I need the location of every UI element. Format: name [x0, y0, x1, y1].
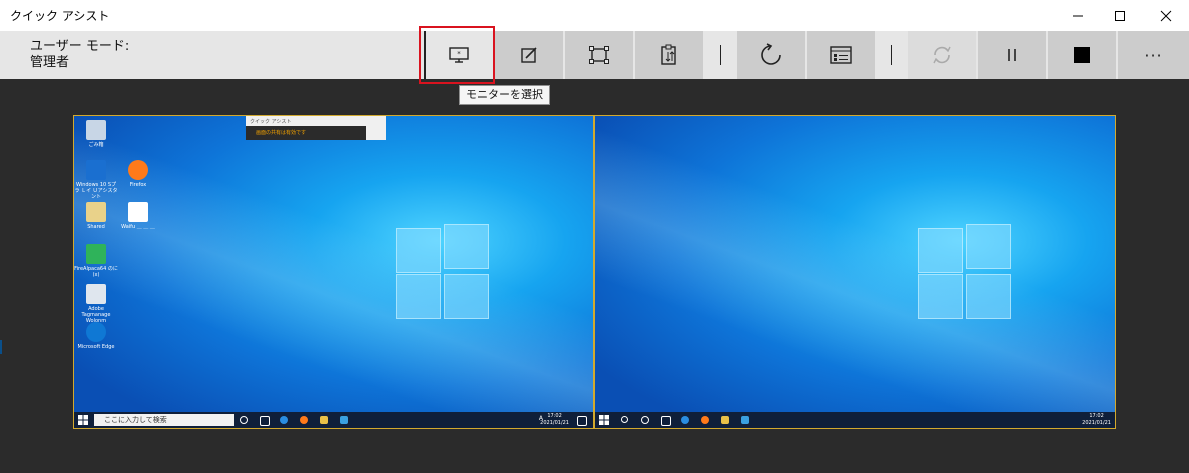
more-button[interactable]: ··· — [1118, 31, 1189, 79]
toolbar-separator — [720, 45, 721, 65]
maximize-icon — [1115, 10, 1125, 21]
explorer-icon[interactable] — [320, 416, 328, 424]
remote-taskbar: 17:02 2021/01/21 — [595, 412, 1115, 428]
windows-start-icon[interactable] — [78, 415, 88, 425]
reconnect-button[interactable] — [908, 31, 976, 79]
desktop-icon-label: Windows 10 Sプラ Ｌイ Ｕアシスタント — [74, 182, 118, 200]
toolbar-separator — [891, 45, 892, 65]
app-icon — [128, 202, 148, 222]
reconnect-icon — [933, 46, 951, 64]
shared-icon — [86, 202, 106, 222]
wallpaper-light — [595, 116, 1115, 428]
task-view-icon[interactable] — [260, 416, 270, 426]
desktop-icon[interactable]: Shared — [74, 202, 118, 230]
windows-logo — [918, 224, 1014, 320]
remote-taskbar: ここに入力して検索 A 17:02 2021/01/21 — [74, 412, 593, 428]
desktop-icon-label: FireAlpaca64 のに(x) — [74, 266, 118, 278]
desktop-icon-label: Microsoft Edge — [77, 344, 115, 350]
user-mode-value: 管理者 — [30, 55, 70, 70]
toolbar: ユーザー モード: 管理者 * ··· — [0, 31, 1189, 79]
title-bar: クイック アシスト — [0, 0, 1189, 31]
search-icon[interactable] — [621, 416, 628, 423]
clock-date: 2021/01/21 — [540, 420, 569, 426]
firefox-icon — [128, 160, 148, 180]
taskbar-clock[interactable]: 17:02 2021/01/21 — [540, 413, 569, 427]
edge-icon — [86, 322, 106, 342]
desktop-icon[interactable]: ごみ箱 — [74, 120, 118, 148]
edge-taskbar-icon[interactable] — [681, 416, 689, 424]
task-view-icon[interactable] — [661, 416, 671, 426]
actual-size-button[interactable] — [565, 31, 633, 79]
task-manager-button[interactable] — [807, 31, 875, 79]
close-button[interactable] — [1143, 0, 1189, 31]
explorer-icon[interactable] — [721, 416, 729, 424]
stop-icon — [1074, 47, 1090, 63]
recycle-bin-icon — [86, 120, 106, 140]
clock-date: 2021/01/21 — [1082, 420, 1111, 426]
fit-frame-icon — [589, 46, 609, 64]
notification-icon[interactable] — [577, 416, 587, 426]
desktop-icon-label: Firefox — [129, 182, 147, 188]
app-icon — [86, 244, 106, 264]
highlight-box — [419, 26, 495, 84]
user-mode: ユーザー モード: 管理者 — [30, 39, 129, 71]
toggle-instruction-channel-button[interactable] — [635, 31, 703, 79]
pause-icon — [1008, 49, 1016, 61]
desktop-icon[interactable]: Waifu ＿ ＿ ＿ — [116, 202, 160, 230]
mini-quick-assist-window: クイック アシスト 画面の共有は有効です — [246, 116, 386, 140]
quick-assist-taskbar-icon[interactable] — [340, 416, 348, 424]
window-title: クイック アシスト — [10, 9, 110, 23]
taskbar-clock[interactable]: 17:02 2021/01/21 — [1082, 413, 1111, 427]
restart-button[interactable] — [737, 31, 805, 79]
desktop-icon[interactable]: Firefox — [116, 160, 160, 188]
sharing-status: 画面の共有は有効です — [246, 126, 366, 140]
firefox-taskbar-icon[interactable] — [701, 416, 709, 424]
more-icon: ··· — [1144, 45, 1163, 65]
pause-button[interactable] — [978, 31, 1046, 79]
clipboard-icon — [661, 44, 676, 65]
minimize-icon — [1073, 15, 1083, 16]
clock-time: 17:02 — [547, 413, 562, 419]
close-icon — [1160, 10, 1172, 21]
window-edge-marker — [0, 340, 2, 354]
tooltip: モニターを選択 — [459, 85, 550, 105]
desktop-icon-label: Shared — [87, 224, 105, 230]
quick-assist-taskbar-icon[interactable] — [741, 416, 749, 424]
pencil-icon — [521, 47, 537, 63]
task-manager-icon — [830, 46, 852, 64]
remote-monitor-1[interactable]: クイック アシスト 画面の共有は有効です ごみ箱 Windows 10 Sプラ … — [73, 115, 594, 429]
desktop-icon[interactable]: Microsoft Edge — [74, 322, 118, 350]
desktop-icon-label: Waifu ＿ ＿ ＿ — [121, 224, 155, 230]
clock-time: 17:02 — [1089, 413, 1104, 419]
taskbar-search[interactable]: ここに入力して検索 — [94, 414, 234, 426]
remote-monitor-2[interactable]: 17:02 2021/01/21 — [594, 115, 1116, 429]
desktop-icon[interactable]: FireAlpaca64 のに(x) — [74, 244, 118, 278]
firefox-taskbar-icon[interactable] — [300, 416, 308, 424]
desktop-icon[interactable]: Adobe Tagmanage Wolonm — [74, 284, 118, 324]
restart-icon — [761, 43, 781, 65]
minimize-button[interactable] — [1055, 0, 1101, 31]
app-icon — [86, 160, 106, 180]
desktop-icon-label: ごみ箱 — [88, 142, 104, 148]
maximize-button[interactable] — [1097, 0, 1143, 31]
end-button[interactable] — [1048, 31, 1116, 79]
annotate-button[interactable] — [495, 31, 563, 79]
windows-logo — [396, 224, 492, 320]
edge-taskbar-icon[interactable] — [280, 416, 288, 424]
user-mode-label: ユーザー モード: — [30, 39, 130, 54]
desktop-icon[interactable]: Windows 10 Sプラ Ｌイ Ｕアシスタント — [74, 160, 118, 200]
app-icon — [86, 284, 106, 304]
windows-start-icon[interactable] — [599, 415, 609, 425]
cortana-icon[interactable] — [641, 416, 649, 424]
cortana-icon[interactable] — [240, 416, 248, 424]
